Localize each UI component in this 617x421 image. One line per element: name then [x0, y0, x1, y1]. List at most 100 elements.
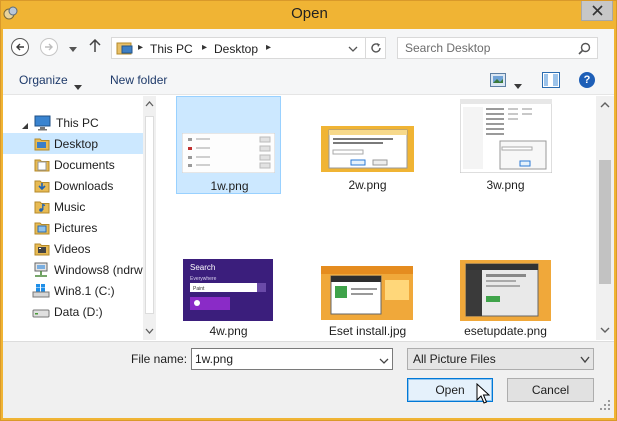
preview-pane-icon[interactable] — [542, 72, 560, 91]
file-tile[interactable] — [315, 213, 420, 320]
sidebar-item-label: Desktop — [54, 137, 99, 151]
file-tile[interactable]: 1w.png — [176, 96, 281, 194]
file-tile[interactable] — [176, 330, 281, 340]
chevron-down-icon — [514, 84, 522, 89]
sidebar-item-music[interactable]: Music — [3, 196, 143, 217]
sidebar-item-win81-c[interactable]: Win8.1 (C:) — [3, 280, 143, 301]
refresh-button[interactable] — [365, 38, 386, 58]
title-bar: Open — [1, 1, 617, 29]
tree-expander-icon[interactable] — [22, 119, 29, 133]
forward-arrow-icon — [45, 43, 53, 51]
up-button[interactable] — [89, 38, 101, 56]
file-thumbnail — [460, 260, 551, 321]
recent-locations-button[interactable] — [69, 42, 77, 56]
file-name: 1w.png — [210, 179, 249, 193]
scroll-down-icon[interactable] — [600, 326, 610, 334]
windows-drive-icon — [32, 283, 50, 302]
folder-icon — [34, 136, 50, 154]
refresh-icon — [371, 43, 381, 53]
chevron-down-icon — [348, 46, 358, 52]
sidebar-item-label: Win8.1 (C:) — [54, 284, 115, 298]
folder-icon — [34, 178, 50, 196]
sidebar-item-data-d[interactable]: Data (D:) — [3, 301, 143, 322]
organize-dropdown[interactable] — [74, 79, 82, 93]
open-dialog: Open ▸ This PC ▸ Desktop ▸ Search Deskto… — [0, 0, 617, 421]
computer-icon — [34, 115, 52, 134]
file-thumbnail: Search Everywhere Paint — [183, 259, 273, 321]
dialog-footer: File name: All Picture Files Open Cancel — [3, 341, 614, 418]
folder-icon — [34, 220, 50, 238]
address-bar[interactable]: ▸ This PC ▸ Desktop ▸ — [111, 37, 386, 59]
file-type-select[interactable]: All Picture Files — [407, 348, 594, 370]
cancel-button[interactable]: Cancel — [507, 378, 594, 402]
sidebar-item-network-drive[interactable]: Windows8 (ndrw — [3, 259, 143, 280]
sidebar-item-label: Documents — [54, 158, 115, 172]
new-folder-button[interactable]: New folder — [110, 73, 167, 87]
file-name-field[interactable] — [192, 349, 372, 369]
breadcrumb-this-pc[interactable]: This PC — [150, 42, 193, 56]
command-bar: Organize New folder ? — [3, 65, 614, 95]
window-title: Open — [291, 5, 328, 22]
this-pc-folder-icon — [116, 40, 134, 59]
resize-grip-icon[interactable] — [599, 399, 611, 411]
folder-icon — [34, 199, 50, 217]
navigation-scrollbar[interactable] — [143, 96, 156, 340]
file-tile[interactable]: Search Everywhere Paint — [176, 213, 281, 321]
sidebar-item-label: Windows8 (ndrw — [54, 263, 143, 277]
sidebar-item-documents[interactable]: Documents — [3, 154, 143, 175]
file-type-value: All Picture Files — [413, 352, 496, 366]
file-name: Eset install.jpg — [328, 324, 407, 338]
file-thumbnail — [182, 133, 275, 173]
file-thumbnail — [321, 126, 414, 172]
sidebar-item-pictures[interactable]: Pictures — [3, 217, 143, 238]
sidebar-item-videos[interactable]: Videos — [3, 238, 143, 259]
file-tile[interactable]: 3w.png — [453, 96, 558, 194]
file-name: esetupdate.png — [464, 324, 547, 338]
file-thumbnail — [321, 266, 413, 320]
breadcrumb-desktop[interactable]: Desktop — [214, 42, 258, 56]
breadcrumb-separator: ▸ — [266, 42, 272, 53]
address-history-button[interactable] — [348, 43, 358, 57]
sidebar-item-label: Downloads — [54, 179, 114, 193]
sidebar-item-desktop[interactable]: Desktop — [3, 133, 143, 154]
navigation-bar: ▸ This PC ▸ Desktop ▸ — [3, 29, 614, 65]
file-name: 3w.png — [486, 178, 525, 192]
file-name-dropdown[interactable] — [379, 355, 389, 369]
file-tile[interactable] — [453, 213, 558, 321]
file-tile[interactable]: 2w.png — [315, 96, 420, 194]
help-icon[interactable]: ? — [579, 72, 595, 88]
views-dropdown[interactable] — [514, 78, 522, 92]
file-list: 1w.png 2w.png 3w.png Search Everywhere P… — [157, 96, 614, 340]
search-input[interactable] — [398, 38, 573, 58]
search-icon[interactable] — [578, 42, 591, 58]
chevron-down-icon — [580, 356, 590, 364]
file-name-combobox[interactable] — [191, 348, 393, 370]
chevron-down-icon — [69, 47, 77, 52]
folder-icon — [34, 157, 50, 175]
sidebar-item-label: Videos — [54, 242, 91, 256]
file-name: 2w.png — [348, 178, 387, 192]
breadcrumb-separator: ▸ — [202, 42, 208, 53]
drive-icon — [32, 304, 50, 323]
scrollbar-thumb[interactable] — [145, 116, 154, 314]
back-button[interactable] — [11, 38, 29, 56]
scrollbar-thumb[interactable] — [599, 160, 611, 284]
file-list-scrollbar[interactable] — [596, 96, 614, 340]
close-button[interactable] — [581, 1, 613, 21]
scroll-up-icon[interactable] — [600, 101, 610, 109]
file-thumbnail — [460, 99, 552, 173]
organize-button[interactable]: Organize — [19, 73, 68, 87]
search-box[interactable] — [397, 37, 598, 59]
navigation-pane: This PC Desktop Documents Downloads Musi… — [3, 96, 156, 340]
scroll-up-icon[interactable] — [145, 100, 154, 109]
chevron-down-icon — [74, 85, 82, 90]
sidebar-item-this-pc[interactable]: This PC — [3, 112, 143, 133]
network-drive-icon — [32, 262, 50, 281]
close-icon — [592, 5, 603, 16]
sidebar-item-label: Data (D:) — [54, 305, 103, 319]
views-icon[interactable] — [490, 73, 506, 90]
forward-button[interactable] — [40, 38, 58, 56]
sidebar-item-downloads[interactable]: Downloads — [3, 175, 143, 196]
back-arrow-icon — [16, 43, 24, 51]
scroll-down-icon[interactable] — [145, 326, 154, 335]
